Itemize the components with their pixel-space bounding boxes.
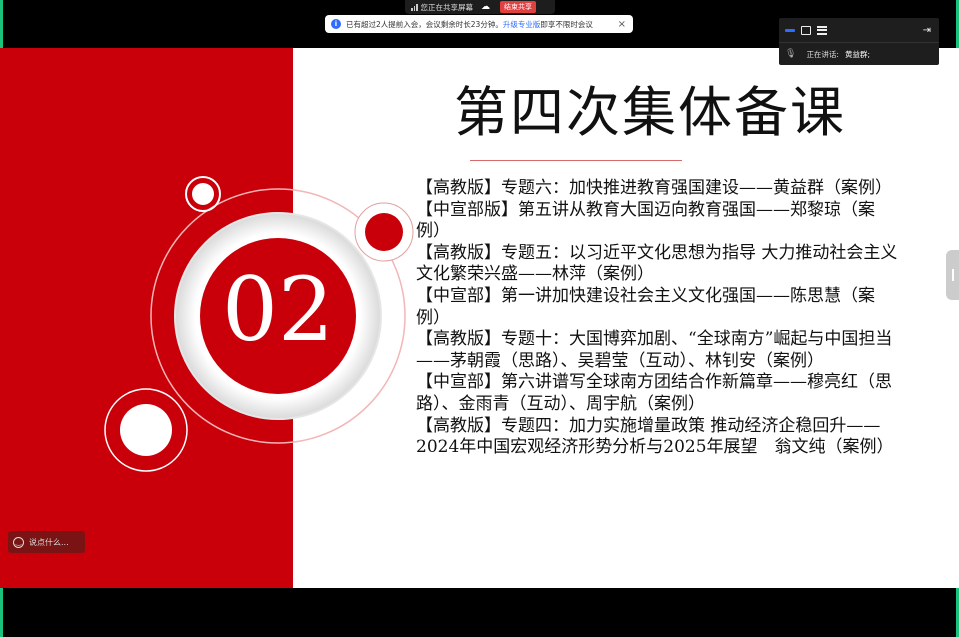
stop-share-button[interactable]: 结束共享 xyxy=(500,1,536,13)
chat-input[interactable]: ‿ 说点什么... xyxy=(8,531,85,553)
small-dot-top xyxy=(192,183,214,205)
cloud-icon[interactable]: ☁ xyxy=(481,2,490,12)
section-number: 02 xyxy=(222,258,334,361)
share-status-text: 您正在共享屏幕 xyxy=(420,2,474,12)
bottom-black-bar xyxy=(0,588,959,637)
chat-placeholder: 说点什么... xyxy=(29,537,69,547)
upgrade-link[interactable]: 升级专业版 xyxy=(503,19,541,30)
speaker-name: 黄益群; xyxy=(844,49,870,59)
side-drawer-handle[interactable] xyxy=(946,250,959,300)
list-item: 【中宣部】第一讲加快建设社会主义文化强国——陈思慧（案例） xyxy=(416,285,875,328)
red-bubble xyxy=(365,213,403,251)
meeting-time-notice: i 已有超过2人提前入会，会议剩余时长23分钟。 升级专业版 即享不限时会议 × xyxy=(325,15,633,33)
slide-title: 第四次集体备课 xyxy=(454,81,846,144)
list-item: 【中宣部】第六讲谱写全球南方团结合作新篇章——穆亮红（思路）、金雨青（互动）、周… xyxy=(416,372,892,414)
speaking-label: 正在讲话: xyxy=(806,49,839,59)
list-item: 【高教版】专题五：以习近平文化思想为指导 大力推动社会主义文化繁荣兴盛——林萍（… xyxy=(416,242,898,285)
notice-suffix: 即享不限时会议 xyxy=(540,19,593,29)
presentation-slide: 02 第四次集体备课 【高教版】专题六：加快推进教育强国建设——黄益群（案例） … xyxy=(0,48,959,588)
view-switcher: ⇥ xyxy=(779,18,939,42)
screen-share-indicator: 您正在共享屏幕 ☁ 结束共享 xyxy=(405,0,555,14)
speaker-panel: ⇥ 🎙 正在讲话: 黄益群; xyxy=(779,18,939,65)
gallery-view-icon[interactable] xyxy=(801,25,811,35)
emoji-icon[interactable]: ‿ xyxy=(13,536,24,548)
current-speaker-row: 🎙 正在讲话: 黄益群; xyxy=(779,42,939,65)
bottom-white-disc xyxy=(120,404,172,456)
share-frame-corner-tl xyxy=(0,0,3,48)
notice-text: 已有超过2人提前入会，会议剩余时长23分钟。 xyxy=(346,19,503,29)
info-icon: i xyxy=(331,19,341,29)
handle-grip-icon xyxy=(951,269,954,281)
list-item: 【中宣部版】第五讲从教育大国迈向教育强国——郑黎琼（案例） xyxy=(416,199,875,242)
signal-icon xyxy=(411,3,418,11)
list-view-icon[interactable] xyxy=(817,25,827,35)
list-item: 【高教版】专题六：加快推进教育强国建设——黄益群（案例） xyxy=(416,178,892,198)
speaker-view-icon[interactable] xyxy=(785,28,795,32)
lesson-list: 【高教版】专题六：加快推进教育强国建设——黄益群（案例） 【中宣部版】第五讲从教… xyxy=(416,178,898,459)
close-icon[interactable]: × xyxy=(618,19,626,30)
title-underline xyxy=(470,160,682,161)
list-item: 【高教版】专题四：加力实施增量政策 推动经济企稳回升——2024年中国宏观经济形… xyxy=(416,415,894,458)
collapse-panel-icon[interactable]: ⇥ xyxy=(923,25,931,36)
mic-muted-icon: 🎙 xyxy=(785,49,797,59)
list-item: 【高教版】专题十：大国博弈加剧、“全球南方”崛起与中国担当——茅朝霞（思路）、吴… xyxy=(416,329,893,371)
